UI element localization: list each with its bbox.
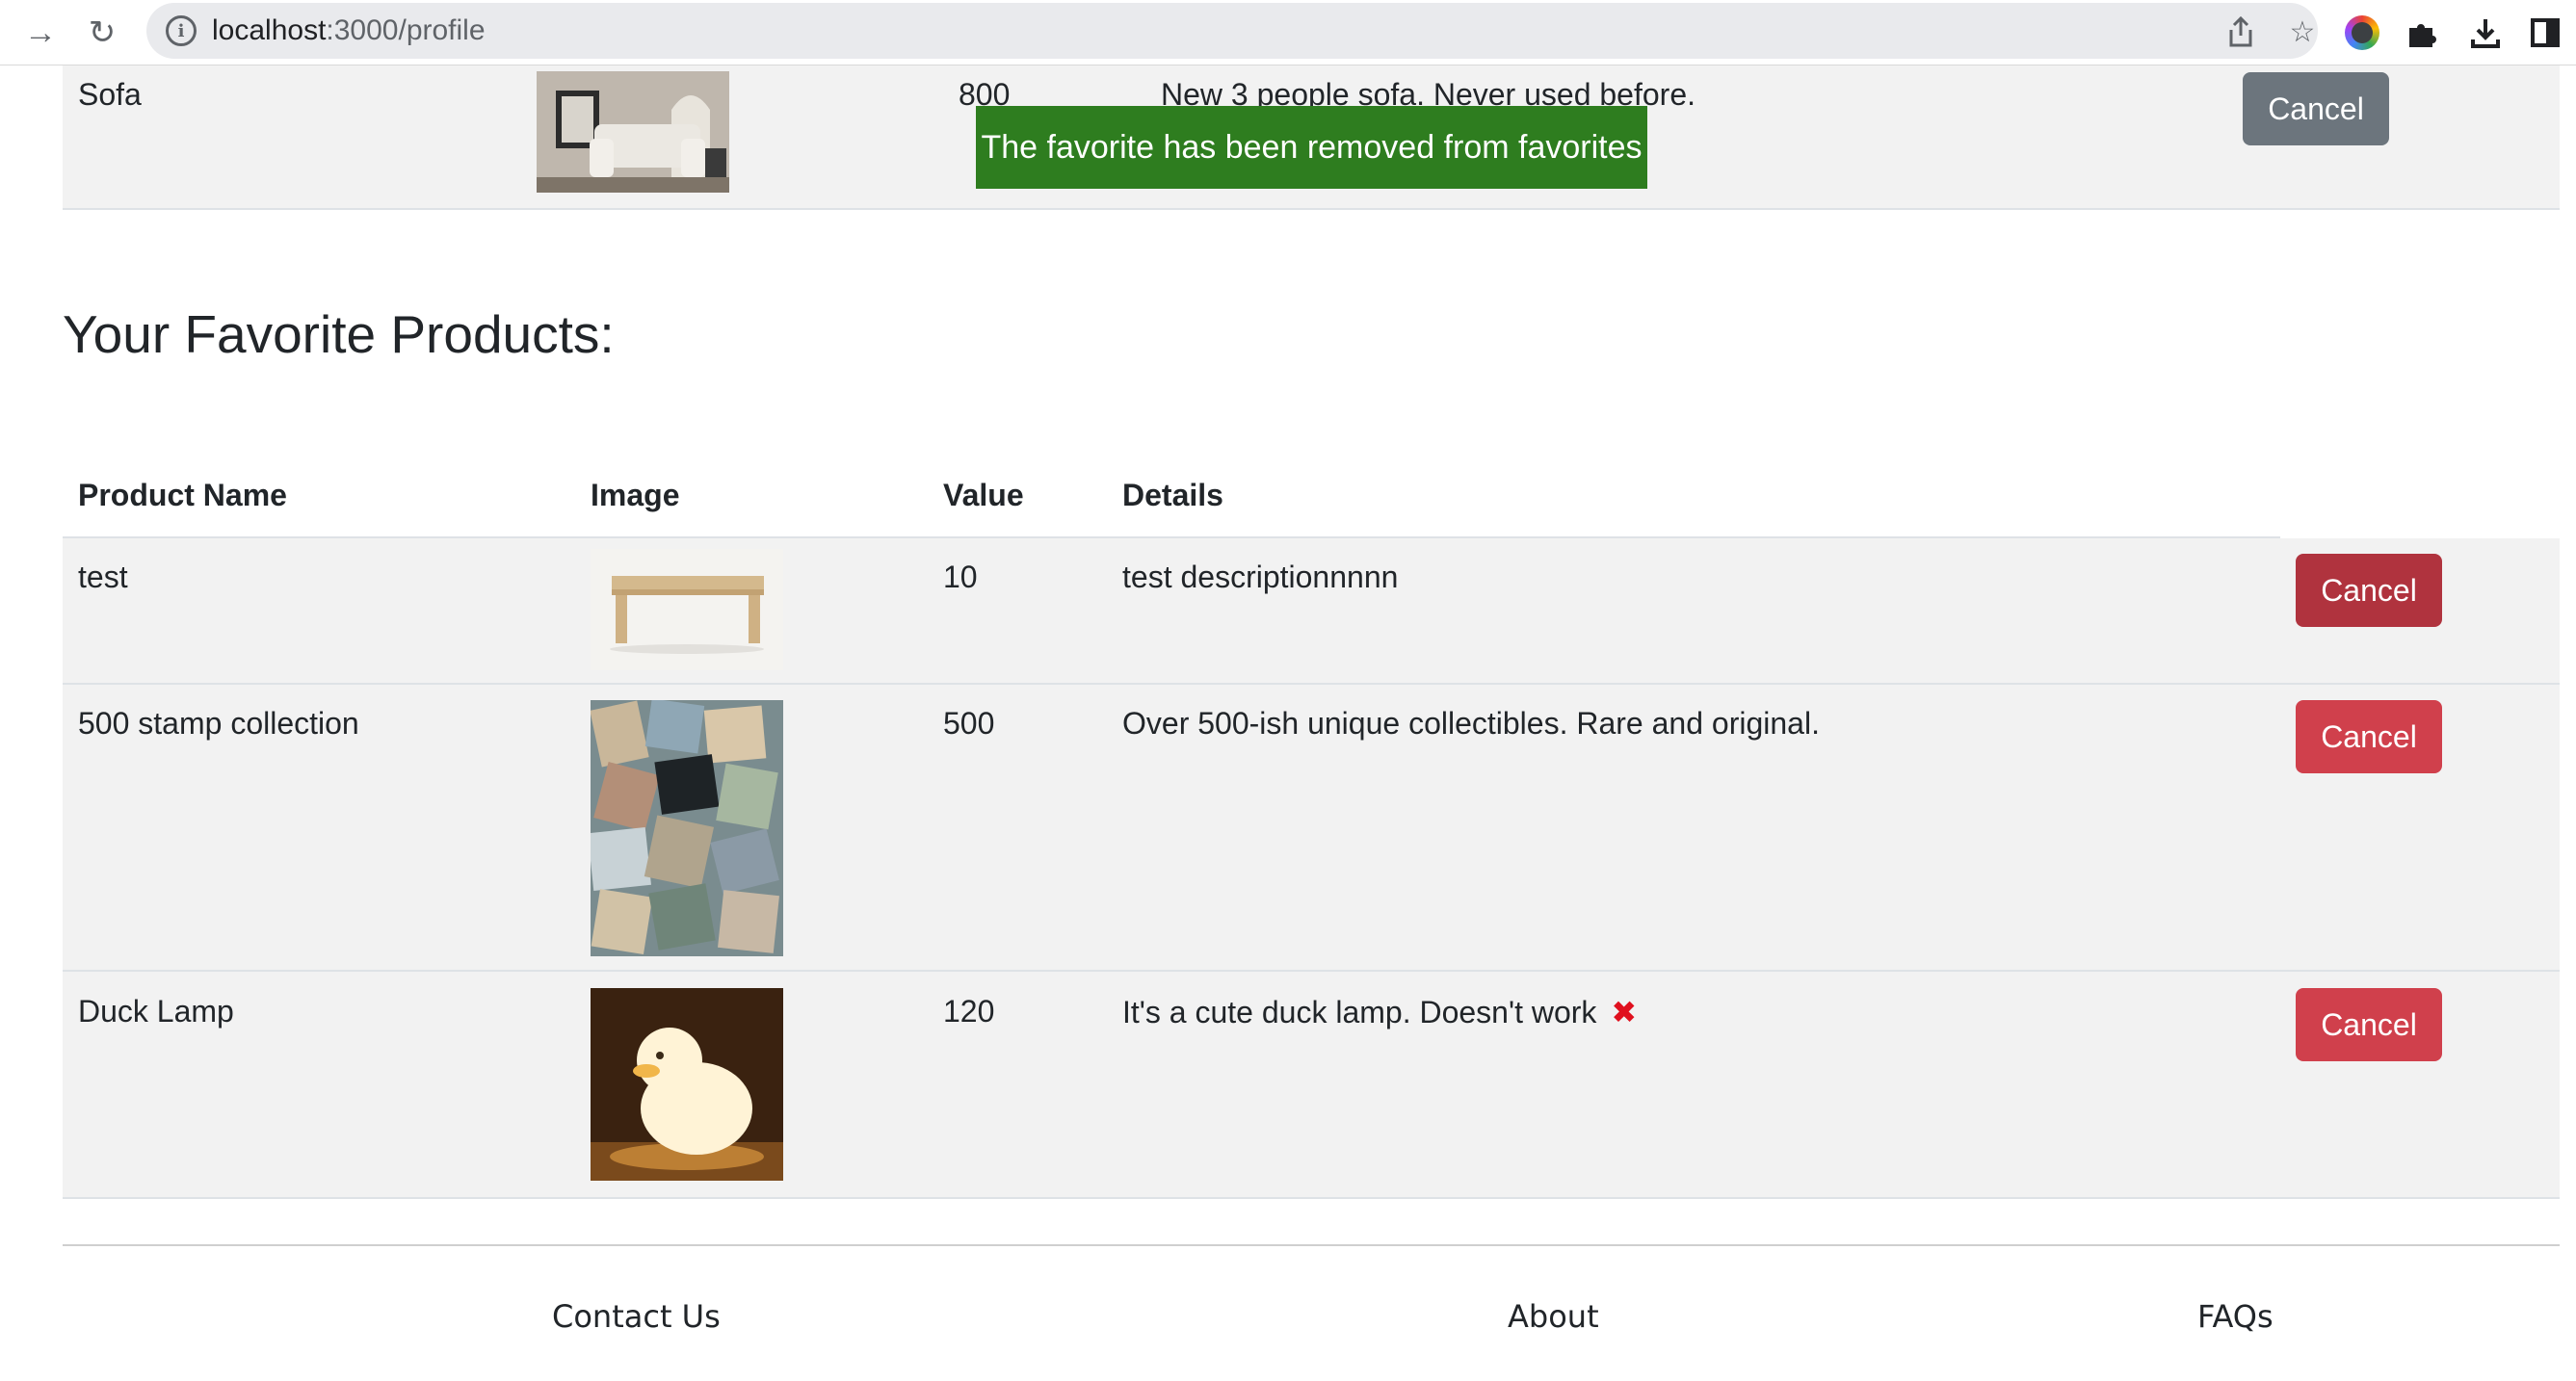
- table-image: [591, 988, 783, 1181]
- table-image: [591, 700, 783, 956]
- column-header-details: Details: [1122, 478, 1223, 512]
- cross-mark-icon: ✖: [1611, 995, 1638, 1029]
- column-header-value: Value: [943, 478, 1024, 512]
- reload-icon[interactable]: ↻: [79, 10, 125, 56]
- product-name: test: [78, 560, 128, 594]
- product-details-cell: It's a cute duck lamp. Doesn't work ✖: [1122, 994, 1637, 1030]
- product-name: Sofa: [78, 77, 142, 112]
- footer-link-about[interactable]: About: [1508, 1298, 1599, 1335]
- footer-link-contact[interactable]: Contact Us: [552, 1298, 721, 1335]
- product-value: 120: [943, 994, 995, 1029]
- table-image: [591, 549, 783, 670]
- footer-link-faqs[interactable]: FAQs: [2197, 1298, 2274, 1335]
- url-text[interactable]: localhost:3000/profile: [212, 14, 486, 47]
- profile-page: Sofa 800 New 3 people sofa. Never used b…: [0, 65, 2576, 1381]
- forward-icon[interactable]: →: [17, 10, 64, 56]
- product-name: Duck Lamp: [78, 994, 234, 1029]
- profile-extension-icon[interactable]: [2341, 12, 2383, 54]
- column-header-image: Image: [591, 478, 680, 512]
- extensions-puzzle-icon[interactable]: [2401, 12, 2443, 54]
- product-name: 500 stamp collection: [78, 706, 359, 741]
- bookmark-star-icon[interactable]: ☆: [2283, 13, 2322, 51]
- success-toast: The favorite has been removed from favor…: [976, 106, 1647, 189]
- page-title: Your Favorite Products:: [63, 304, 615, 364]
- side-panel-icon[interactable]: [2524, 12, 2566, 54]
- product-details: Over 500-ish unique collectibles. Rare a…: [1122, 706, 1820, 741]
- product-details: test descriptionnnnn: [1122, 560, 1399, 594]
- cancel-button[interactable]: Cancel: [2296, 988, 2442, 1061]
- product-value: 500: [943, 706, 995, 741]
- download-icon[interactable]: [2464, 12, 2507, 54]
- address-bar[interactable]: i localhost:3000/profile ☆: [146, 3, 2318, 59]
- cancel-button[interactable]: Cancel: [2243, 72, 2389, 145]
- browser-toolbar: → ↻ i localhost:3000/profile ☆: [0, 0, 2576, 65]
- product-details: It's a cute duck lamp. Doesn't work: [1122, 995, 1597, 1029]
- product-value: 10: [943, 560, 978, 594]
- column-header-product-name: Product Name: [78, 478, 287, 512]
- cancel-button[interactable]: Cancel: [2296, 554, 2442, 627]
- footer-divider: [63, 1244, 2560, 1246]
- cancel-button[interactable]: Cancel: [2296, 700, 2442, 773]
- sofa-image: [537, 71, 729, 193]
- share-icon[interactable]: [2221, 13, 2260, 51]
- site-info-icon[interactable]: i: [166, 15, 197, 46]
